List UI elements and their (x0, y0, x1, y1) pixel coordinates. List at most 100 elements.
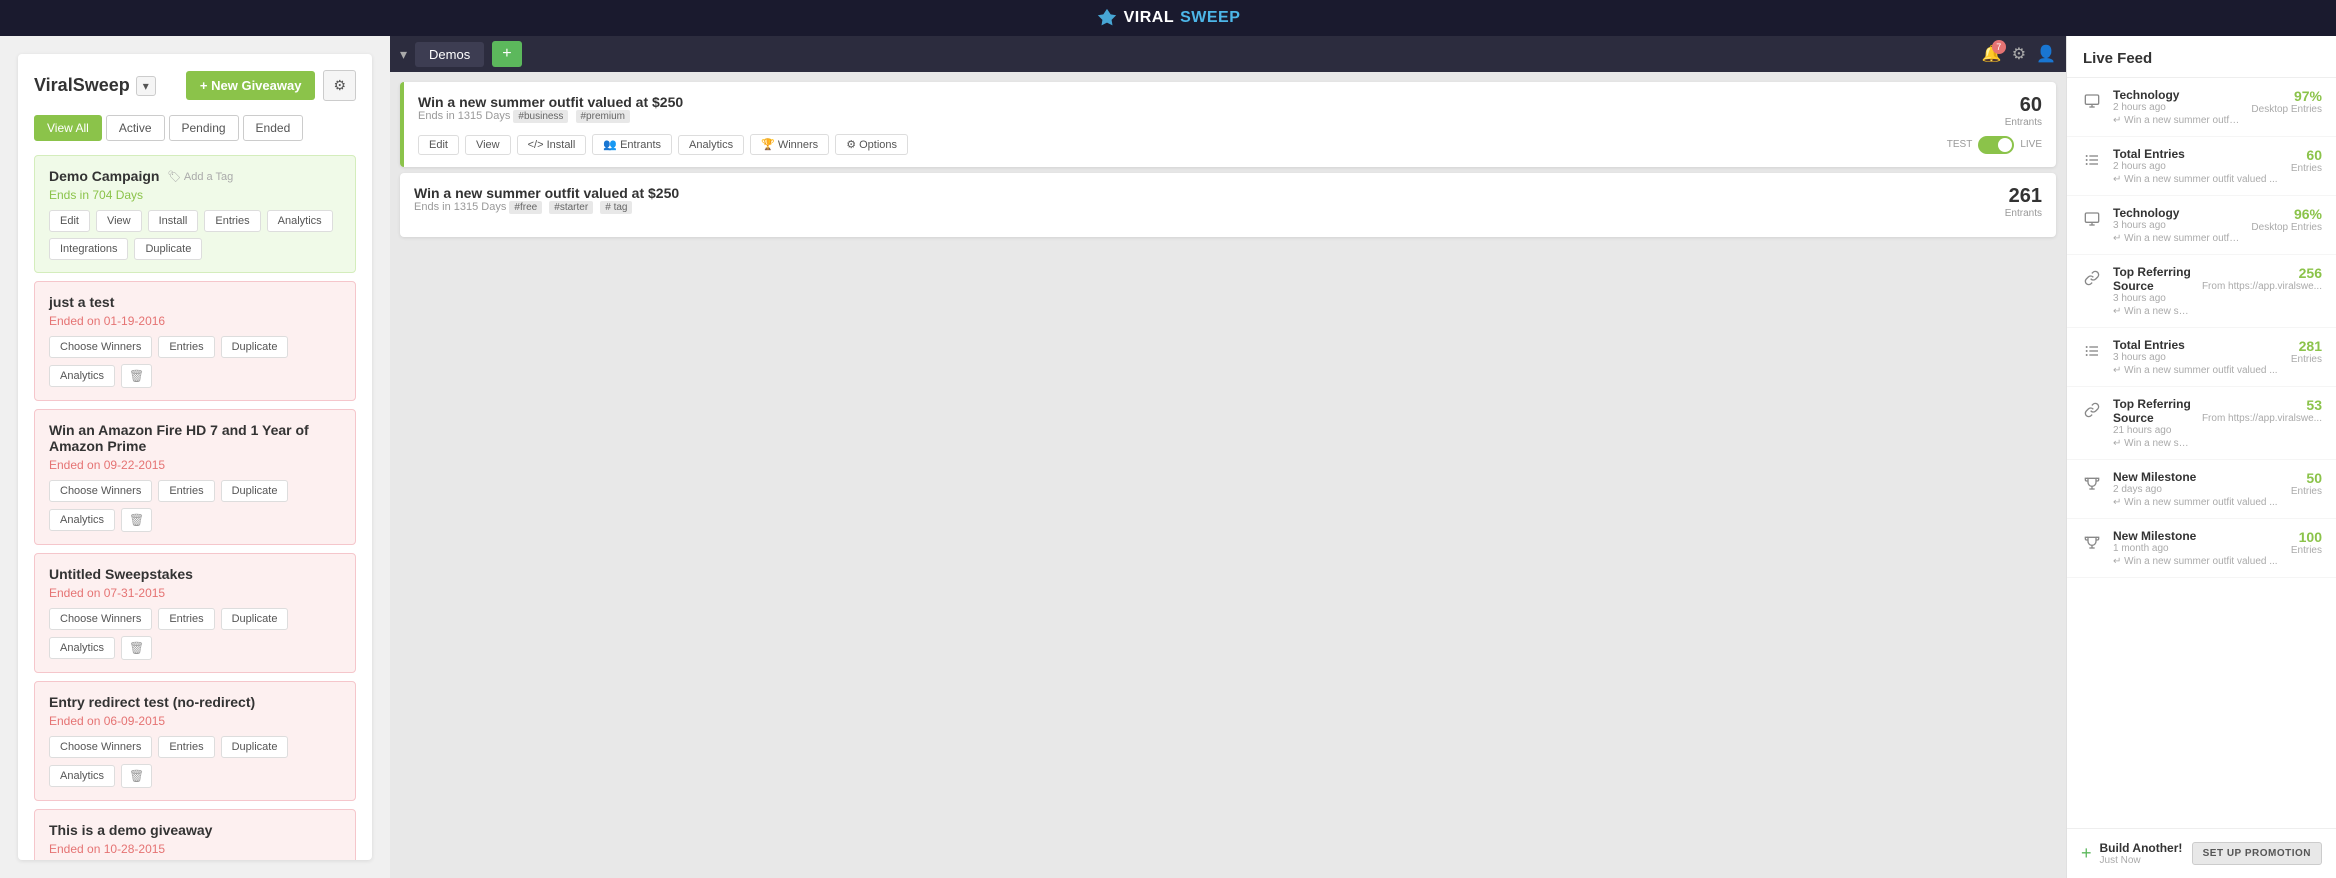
feed-content-0: Technology 2 hours ago ↵ Win a new summe… (2113, 88, 2241, 126)
promo-tag-free: #free (509, 201, 542, 214)
left-panel: ViralSweep ▾ + New Giveaway ⚙ View All A… (0, 36, 390, 878)
btn-entries-2[interactable]: Entries (158, 480, 214, 502)
feed-value-0: 97% Desktop Entries (2251, 88, 2322, 115)
list-icon-4 (2081, 340, 2103, 362)
promo-btn-options-0[interactable]: ⚙ Options (835, 134, 908, 155)
topbar-settings-icon[interactable]: ⚙ (2012, 44, 2026, 64)
middle-content: Win a new summer outfit valued at $250 E… (390, 72, 2066, 878)
promo-btn-install-0[interactable]: </> Install (517, 135, 587, 155)
feed-item-5: Top Referring Source 21 hours ago ↵ Win … (2067, 387, 2336, 460)
campaign-status-1: Ended on 01-19-2016 (49, 314, 341, 328)
campaigns-container: ViralSweep ▾ + New Giveaway ⚙ View All A… (18, 54, 372, 860)
feed-item-2: Technology 3 hours ago ↵ Win a new summe… (2067, 196, 2336, 255)
btn-analytics-1[interactable]: Analytics (49, 365, 115, 387)
feed-value-4: 281 Entries (2291, 338, 2322, 365)
feed-value-7: 100 Entries (2291, 529, 2322, 556)
topbar-tab-demos[interactable]: Demos (415, 42, 484, 67)
btn-entries-1[interactable]: Entries (158, 336, 214, 358)
btn-choosewinner-2[interactable]: Choose Winners (49, 480, 152, 502)
promo-meta-0: Ends in 1315 Days #business #premium (418, 110, 683, 122)
btn-choosewinner-3[interactable]: Choose Winners (49, 608, 152, 630)
test-toggle-0[interactable] (1978, 136, 2014, 154)
btn-install-0[interactable]: Install (148, 210, 199, 232)
header-actions: + New Giveaway ⚙ (186, 70, 356, 101)
trophy-icon-6 (2081, 472, 2103, 494)
new-giveaway-button[interactable]: + New Giveaway (186, 71, 316, 100)
link-icon-3 (2081, 267, 2103, 289)
btn-analytics-2[interactable]: Analytics (49, 509, 115, 531)
btn-duplicate-0[interactable]: Duplicate (134, 238, 202, 260)
btn-delete-1[interactable]: 🗑 (121, 364, 152, 388)
campaign-status-0: Ends in 704 Days (49, 188, 341, 202)
campaign-actions-0: Edit View Install Entries Analytics Inte… (49, 210, 341, 260)
topbar-arrow[interactable]: ▾ (400, 46, 407, 63)
feed-value-1: 60 Entries (2291, 147, 2322, 174)
brand-label: ViralSweep (34, 75, 130, 96)
build-title: Build Another! (2100, 841, 2183, 855)
topbar-add-button[interactable]: + (492, 41, 521, 67)
left-header: ViralSweep ▾ + New Giveaway ⚙ (34, 70, 356, 101)
btn-delete-2[interactable]: 🗑 (121, 508, 152, 532)
promo-btn-edit-0[interactable]: Edit (418, 135, 459, 155)
live-label: LIVE (2020, 139, 2042, 150)
brand-name: ViralSweep ▾ (34, 75, 156, 96)
btn-edit-0[interactable]: Edit (49, 210, 90, 232)
campaign-card-1: just a test Ended on 01-19-2016 Choose W… (34, 281, 356, 401)
filter-tab-pending[interactable]: Pending (169, 115, 239, 141)
btn-view-0[interactable]: View (96, 210, 142, 232)
setup-promotion-button[interactable]: SET UP PROMOTION (2192, 842, 2322, 865)
filter-tab-active[interactable]: Active (106, 115, 165, 141)
logo-icon (1096, 7, 1118, 29)
btn-duplicate-4[interactable]: Duplicate (221, 736, 289, 758)
build-subtitle: Just Now (2100, 855, 2183, 866)
filter-tabs: View All Active Pending Ended (34, 115, 356, 141)
btn-delete-3[interactable]: 🗑 (121, 636, 152, 660)
campaign-title-4: Entry redirect test (no-redirect) (49, 694, 341, 710)
list-icon-1 (2081, 149, 2103, 171)
filter-tab-viewall[interactable]: View All (34, 115, 102, 141)
promo-btn-entrants-0[interactable]: 👥 Entrants (592, 134, 672, 155)
brand-dropdown[interactable]: ▾ (136, 76, 156, 96)
btn-analytics-0[interactable]: Analytics (267, 210, 333, 232)
promo-tag-premium: #premium (576, 110, 630, 123)
main-area: ViralSweep ▾ + New Giveaway ⚙ View All A… (0, 36, 2336, 878)
btn-integrations-0[interactable]: Integrations (49, 238, 128, 260)
btn-analytics-4[interactable]: Analytics (49, 765, 115, 787)
filter-tab-ended[interactable]: Ended (243, 115, 304, 141)
btn-analytics-3[interactable]: Analytics (49, 637, 115, 659)
campaign-title-2: Win an Amazon Fire HD 7 and 1 Year of Am… (49, 422, 341, 454)
campaign-card-5: This is a demo giveaway Ended on 10-28-2… (34, 809, 356, 860)
btn-duplicate-2[interactable]: Duplicate (221, 480, 289, 502)
btn-entries-0[interactable]: Entries (204, 210, 260, 232)
add-tag-0[interactable]: 🏷 Add a Tag (167, 170, 233, 183)
btn-entries-4[interactable]: Entries (158, 736, 214, 758)
btn-duplicate-3[interactable]: Duplicate (221, 608, 289, 630)
middle-topbar: ▾ Demos + 🔔 7 ⚙ 👤 (390, 36, 2066, 72)
feed-value-2: 96% Desktop Entries (2251, 206, 2322, 233)
build-another: + Build Another! Just Now SET UP PROMOTI… (2067, 828, 2336, 878)
promo-btn-view-0[interactable]: View (465, 135, 511, 155)
btn-duplicate-1[interactable]: Duplicate (221, 336, 289, 358)
btn-entries-3[interactable]: Entries (158, 608, 214, 630)
campaign-status-2: Ended on 09-22-2015 (49, 458, 341, 472)
feed-value-3: 256 From https://app.viralswe... (2202, 265, 2322, 292)
campaign-actions-4: Choose Winners Entries Duplicate Analyti… (49, 736, 341, 788)
campaign-card-0: Demo Campaign 🏷 Add a Tag Ends in 704 Da… (34, 155, 356, 273)
build-content: + Build Another! Just Now (2081, 841, 2182, 866)
feed-item-3: Top Referring Source 3 hours ago ↵ Win a… (2067, 255, 2336, 328)
notification-badge: 7 (1992, 40, 2006, 54)
promo-btn-winners-0[interactable]: 🏆 Winners (750, 134, 829, 155)
btn-delete-4[interactable]: 🗑 (121, 764, 152, 788)
feed-value-6: 50 Entries (2291, 470, 2322, 497)
settings-button[interactable]: ⚙ (323, 70, 356, 101)
promo-title-0: Win a new summer outfit valued at $250 (418, 94, 683, 110)
btn-choosewinner-4[interactable]: Choose Winners (49, 736, 152, 758)
logo: VIRALSWEEP (1096, 7, 1241, 29)
promo-tag-starter: #starter (549, 201, 593, 214)
promo-header-1: Win a new summer outfit valued at $250 E… (414, 185, 2042, 221)
promo-btn-analytics-0[interactable]: Analytics (678, 135, 744, 155)
campaign-card-3: Untitled Sweepstakes Ended on 07-31-2015… (34, 553, 356, 673)
topbar-user-icon[interactable]: 👤 (2036, 44, 2056, 64)
right-panel: Live Feed Technology 2 hours ago ↵ Win a… (2066, 36, 2336, 878)
btn-choosewinner-1[interactable]: Choose Winners (49, 336, 152, 358)
